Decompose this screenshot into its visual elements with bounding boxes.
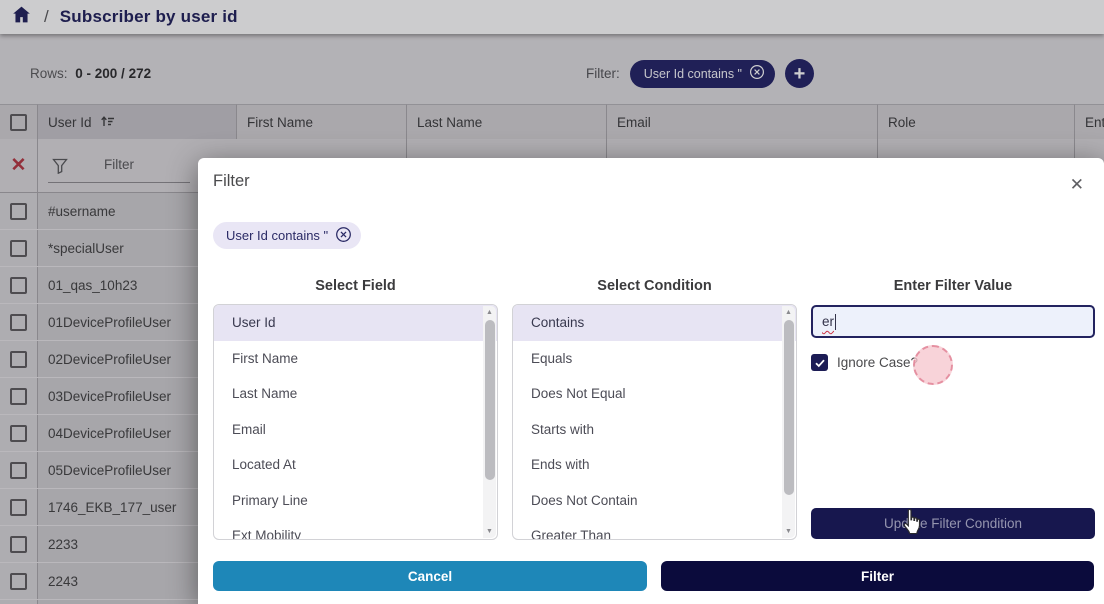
condition-list-scrollbar[interactable]: ▲ ▼ <box>782 306 795 538</box>
select-field-heading: Select Field <box>213 278 498 296</box>
checkmark-icon <box>814 357 826 369</box>
condition-option[interactable]: Contains <box>513 305 796 341</box>
field-option[interactable]: Located At <box>214 447 497 483</box>
field-option[interactable]: Primary Line <box>214 483 497 519</box>
apply-filter-button[interactable]: Filter <box>661 561 1094 591</box>
condition-option[interactable]: Ends with <box>513 447 796 483</box>
field-option[interactable]: First Name <box>214 341 497 377</box>
condition-option[interactable]: Does Not Equal <box>513 376 796 412</box>
enter-filter-value-heading: Enter Filter Value <box>811 278 1095 296</box>
click-indicator <box>913 345 953 385</box>
condition-option[interactable]: Greater Than <box>513 518 796 540</box>
scrollbar-thumb[interactable] <box>485 320 495 480</box>
ignore-case-label: Ignore Case? <box>837 355 918 370</box>
modal-title: Filter <box>213 172 250 191</box>
condition-option[interactable]: Does Not Contain <box>513 483 796 519</box>
modal-filter-chip-text: User Id contains " <box>226 228 328 243</box>
filter-value-text: er <box>822 314 834 329</box>
field-option[interactable]: Email <box>214 412 497 448</box>
modal-filter-chip[interactable]: User Id contains " <box>213 222 361 249</box>
field-list-scrollbar[interactable]: ▲ ▼ <box>483 306 496 538</box>
update-filter-condition-button[interactable]: Update Filter Condition <box>811 508 1095 539</box>
text-caret <box>835 314 836 330</box>
cancel-button[interactable]: Cancel <box>213 561 647 591</box>
field-option[interactable]: Ext Mobility <box>214 518 497 540</box>
modal-chip-remove-icon[interactable] <box>335 226 352 246</box>
field-option[interactable]: Last Name <box>214 376 497 412</box>
ignore-case-checkbox[interactable] <box>811 354 828 371</box>
condition-option[interactable]: Equals <box>513 341 796 377</box>
scroll-down-icon[interactable]: ▼ <box>483 525 496 538</box>
scrollbar-thumb[interactable] <box>784 320 794 495</box>
app-screen: / Subscriber by user id Rows: 0 - 200 / … <box>0 0 1104 604</box>
condition-option[interactable]: Starts with <box>513 412 796 448</box>
ignore-case-row: Ignore Case? <box>811 354 918 371</box>
scroll-up-icon[interactable]: ▲ <box>782 306 795 319</box>
field-option[interactable]: User Id <box>214 305 497 341</box>
modal-close-icon[interactable]: ✕ <box>1070 176 1084 193</box>
select-condition-heading: Select Condition <box>512 278 797 296</box>
select-field-list: User Id First Name Last Name Email Locat… <box>213 304 498 540</box>
scroll-up-icon[interactable]: ▲ <box>483 306 496 319</box>
filter-value-input[interactable]: er <box>811 305 1095 338</box>
filter-modal: Filter ✕ User Id contains " Select Field… <box>198 158 1104 604</box>
scroll-down-icon[interactable]: ▼ <box>782 525 795 538</box>
select-condition-list: Contains Equals Does Not Equal Starts wi… <box>512 304 797 540</box>
